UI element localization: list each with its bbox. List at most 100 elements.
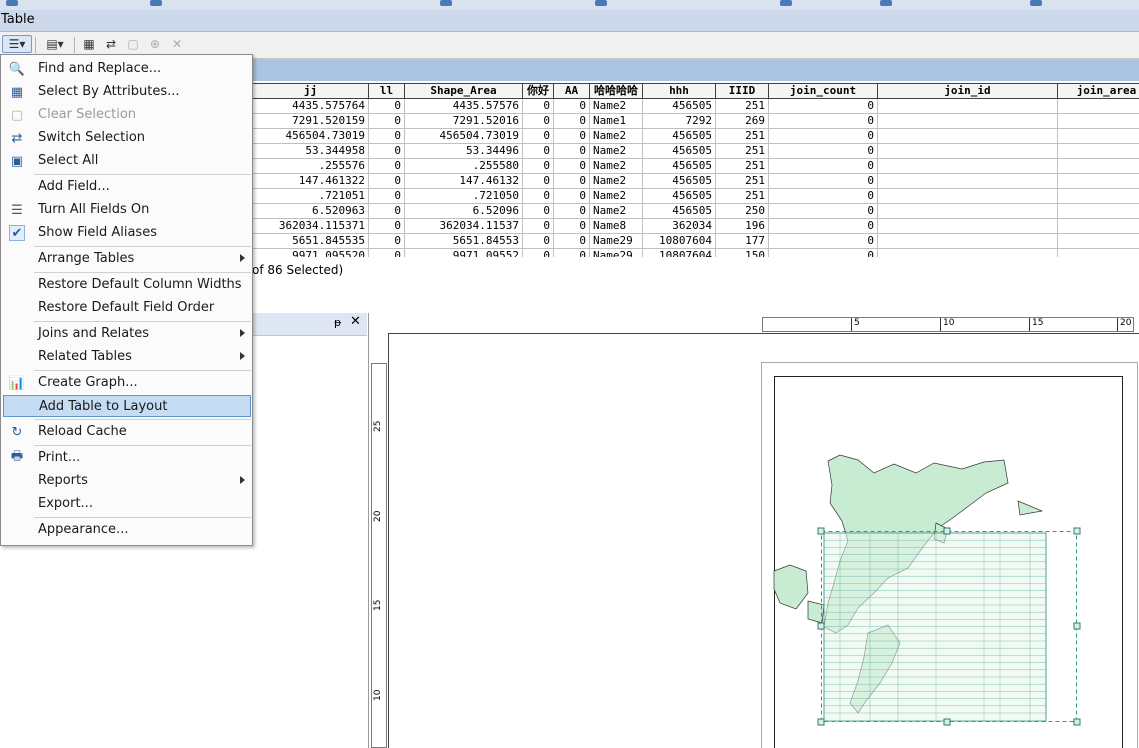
menu-item-switch-selection[interactable]: ⇄ Switch Selection bbox=[3, 127, 251, 149]
table-cell[interactable]: 0 bbox=[554, 174, 590, 189]
table-cell[interactable]: 0 bbox=[769, 144, 878, 159]
table-cell[interactable] bbox=[878, 234, 1058, 249]
table-cell[interactable] bbox=[1058, 174, 1139, 189]
column-header[interactable]: 哈哈哈哈 bbox=[590, 83, 643, 99]
table-cell[interactable]: 0 bbox=[523, 99, 554, 114]
table-cell[interactable] bbox=[878, 144, 1058, 159]
table-cell[interactable]: Name2 bbox=[590, 144, 643, 159]
tool-icon[interactable] bbox=[6, 0, 18, 6]
table-row[interactable]: 147.461322 0 147.46132 0 0 Name2 456505 251 0 bbox=[252, 174, 1139, 189]
table-cell[interactable]: 0 bbox=[369, 204, 405, 219]
table-cell[interactable] bbox=[1058, 99, 1139, 114]
table-cell[interactable]: Name2 bbox=[590, 189, 643, 204]
tool-icon[interactable] bbox=[1030, 0, 1042, 6]
table-cell[interactable] bbox=[878, 174, 1058, 189]
table-cell[interactable]: 362034.115371 bbox=[252, 219, 369, 234]
table-cell[interactable]: 251 bbox=[716, 129, 769, 144]
table-cell[interactable]: 9971.09552 bbox=[405, 249, 523, 257]
table-cell[interactable]: 6.52096 bbox=[405, 204, 523, 219]
table-row[interactable]: .721051 0.721050 0 0 Name2 456505 251 0 bbox=[252, 189, 1139, 204]
table-cell[interactable]: 0 bbox=[523, 249, 554, 257]
table-cell[interactable]: 456505 bbox=[643, 174, 716, 189]
table-cell[interactable]: 0 bbox=[769, 129, 878, 144]
selection-handle[interactable] bbox=[943, 527, 951, 535]
table-cell[interactable]: 456505 bbox=[643, 159, 716, 174]
menu-item-select-by-attributes[interactable]: ▦ Select By Attributes... bbox=[3, 81, 251, 103]
table-cell[interactable]: 362034.11537 bbox=[405, 219, 523, 234]
column-header[interactable]: Shape_Area bbox=[405, 83, 523, 99]
menu-item-restore-column-widths[interactable]: Restore Default Column Widths bbox=[3, 274, 251, 296]
table-cell[interactable] bbox=[1058, 204, 1139, 219]
table-cell[interactable]: Name1 bbox=[590, 114, 643, 129]
table-cell[interactable]: 0 bbox=[523, 159, 554, 174]
table-cell[interactable]: 0 bbox=[369, 99, 405, 114]
table-cell[interactable]: 0 bbox=[369, 189, 405, 204]
table-cell[interactable] bbox=[878, 129, 1058, 144]
select-by-attributes-button[interactable]: ▦ bbox=[79, 35, 99, 53]
table-row[interactable]: 53.344958 0 53.34496 0 0 Name2 456505 251 0 bbox=[252, 144, 1139, 159]
table-cell[interactable]: Name2 bbox=[590, 129, 643, 144]
table-cell[interactable]: 0 bbox=[554, 189, 590, 204]
menu-item-turn-all-fields-on[interactable]: ☰ Turn All Fields On bbox=[3, 199, 251, 221]
table-cell[interactable]: 0 bbox=[769, 234, 878, 249]
table-cell[interactable]: 4435.575764 bbox=[252, 99, 369, 114]
table-cell[interactable]: Name2 bbox=[590, 174, 643, 189]
table-cell[interactable]: Name29 bbox=[590, 249, 643, 257]
table-cell[interactable]: Name8 bbox=[590, 219, 643, 234]
table-options-button[interactable]: ☰▾ bbox=[2, 35, 32, 53]
table-cell[interactable]: 0 bbox=[554, 204, 590, 219]
table-cell[interactable]: 0 bbox=[523, 114, 554, 129]
column-header[interactable]: hhh bbox=[643, 83, 716, 99]
menu-item-clear-selection[interactable]: ▢ Clear Selection bbox=[3, 104, 251, 126]
close-icon[interactable]: ✕ bbox=[350, 314, 361, 329]
table-cell[interactable]: 7292 bbox=[643, 114, 716, 129]
switch-selection-button[interactable]: ⇄ bbox=[101, 35, 121, 53]
table-cell[interactable]: 0 bbox=[369, 159, 405, 174]
table-cell[interactable]: 0 bbox=[369, 234, 405, 249]
table-cell[interactable]: 5651.845535 bbox=[252, 234, 369, 249]
table-row[interactable]: 362034.115371 0 362034.11537 0 0 Name8 362034 1… bbox=[252, 219, 1139, 234]
selection-handle[interactable] bbox=[1073, 527, 1081, 535]
table-cell[interactable]: 0 bbox=[523, 174, 554, 189]
column-header[interactable]: AA bbox=[554, 83, 590, 99]
column-header[interactable]: join_id bbox=[878, 83, 1058, 99]
table-cell[interactable] bbox=[878, 249, 1058, 257]
table-cell[interactable]: 0 bbox=[523, 219, 554, 234]
tool-icon[interactable] bbox=[440, 0, 452, 6]
table-cell[interactable]: 456505 bbox=[643, 129, 716, 144]
horizontal-ruler[interactable]: 5 10 15 20 bbox=[762, 317, 1134, 332]
table-cell[interactable]: 269 bbox=[716, 114, 769, 129]
table-cell[interactable]: 4435.57576 bbox=[405, 99, 523, 114]
table-cell[interactable]: 0 bbox=[369, 174, 405, 189]
column-header[interactable]: join_count bbox=[769, 83, 878, 99]
table-row[interactable]: 5651.845535 0 5651.84553 0 0 Name29 10807604 17… bbox=[252, 234, 1139, 249]
table-cell[interactable]: 0 bbox=[523, 144, 554, 159]
menu-item-add-table-to-layout[interactable]: Add Table to Layout bbox=[3, 395, 251, 417]
selection-handle[interactable] bbox=[817, 622, 825, 630]
menu-item-export[interactable]: Export... bbox=[3, 493, 251, 515]
selection-handle[interactable] bbox=[817, 718, 825, 726]
table-cell[interactable]: 7291.52016 bbox=[405, 114, 523, 129]
table-cell[interactable]: 0 bbox=[769, 174, 878, 189]
table-cell[interactable] bbox=[878, 114, 1058, 129]
table-cell[interactable]: 6.520963 bbox=[252, 204, 369, 219]
table-body[interactable]: 4435.575764 0 4435.57576 0 0 Name2 456505 251 0 7… bbox=[252, 99, 1139, 257]
table-cell[interactable]: 0 bbox=[554, 219, 590, 234]
table-cell[interactable] bbox=[1058, 249, 1139, 257]
menu-item-arrange-tables[interactable]: Arrange Tables bbox=[3, 248, 251, 270]
table-row[interactable]: 7291.520159 0 7291.52016 0 0 Name1 7292 269 0 bbox=[252, 114, 1139, 129]
table-cell[interactable]: 0 bbox=[369, 219, 405, 234]
table-cell[interactable]: 0 bbox=[523, 204, 554, 219]
table-cell[interactable]: 251 bbox=[716, 159, 769, 174]
table-cell[interactable] bbox=[1058, 234, 1139, 249]
table-cell[interactable] bbox=[1058, 159, 1139, 174]
column-header[interactable]: join_area bbox=[1058, 83, 1139, 99]
table-cell[interactable]: .721051 bbox=[252, 189, 369, 204]
table-cell[interactable]: 5651.84553 bbox=[405, 234, 523, 249]
table-row[interactable]: .255576 0.255580 0 0 Name2 456505 251 0 bbox=[252, 159, 1139, 174]
table-cell[interactable]: 456505 bbox=[643, 144, 716, 159]
table-cell[interactable]: 362034 bbox=[643, 219, 716, 234]
delete-selected-button[interactable]: ✕ bbox=[167, 35, 187, 53]
table-cell[interactable] bbox=[878, 204, 1058, 219]
tool-icon[interactable] bbox=[880, 0, 892, 6]
